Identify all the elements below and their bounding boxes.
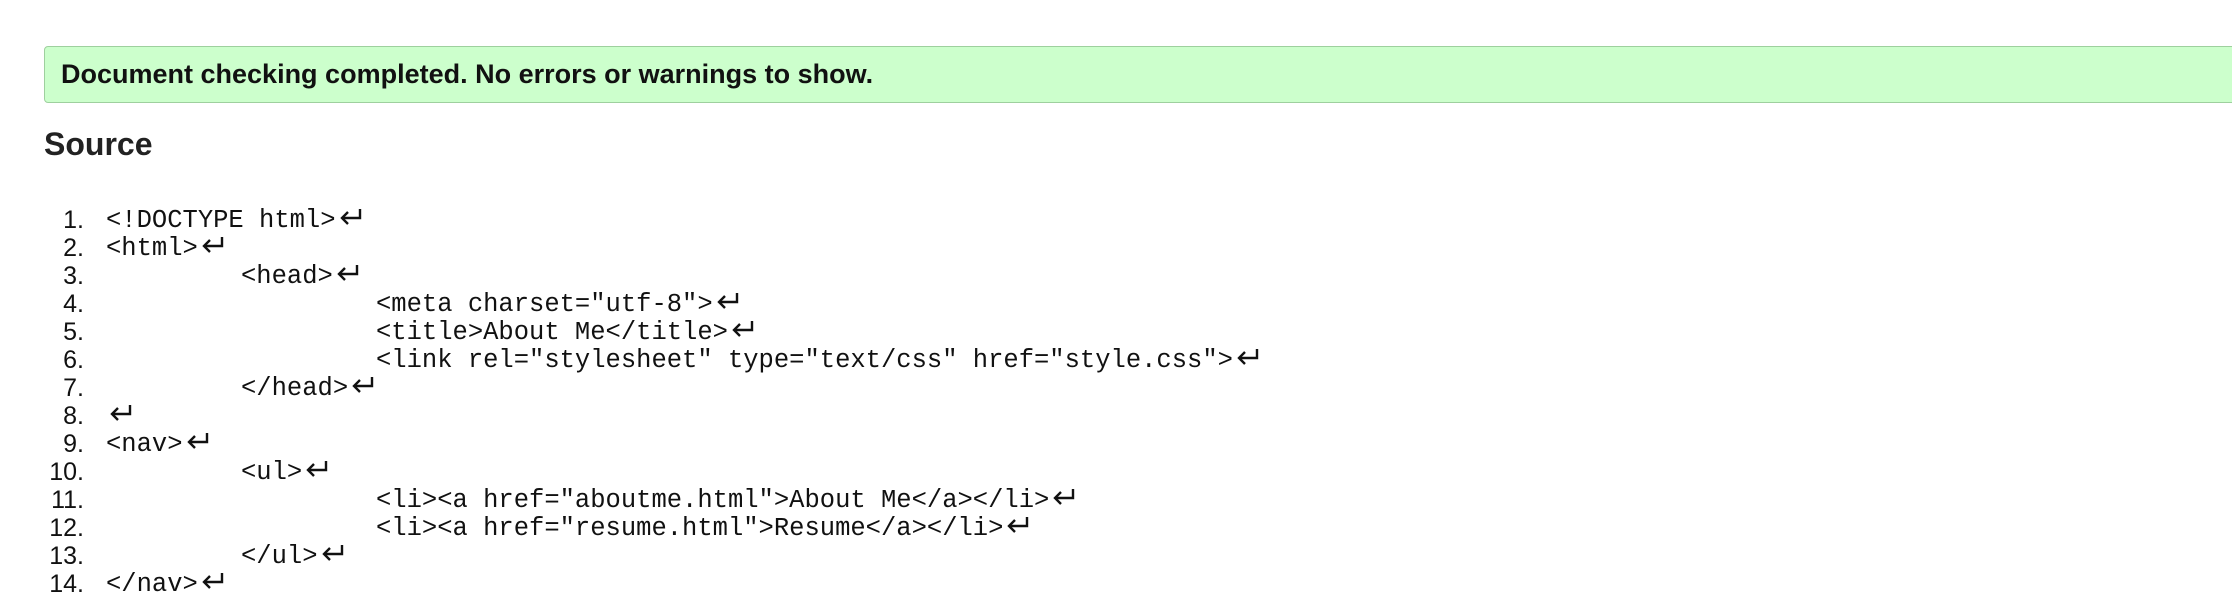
line-code <box>106 403 134 426</box>
return-arrow-icon <box>730 319 756 339</box>
source-line: 6. <link rel="stylesheet" type="text/css"… <box>0 345 1261 375</box>
line-number: 8. <box>63 401 84 430</box>
return-arrow-icon <box>350 375 376 395</box>
line-code-text: <title>About Me</title> <box>376 317 728 347</box>
line-code-text: <ul> <box>241 457 303 487</box>
line-code: <title>About Me</title> <box>106 318 756 347</box>
line-code-text: <html> <box>106 233 198 263</box>
return-arrow-icon <box>1235 347 1261 367</box>
line-code: </nav> <box>106 570 226 596</box>
line-number: 12. <box>49 513 84 542</box>
line-code: <link rel="stylesheet" type="text/css" h… <box>106 346 1261 375</box>
line-number: 3. <box>63 261 84 290</box>
return-arrow-icon <box>335 263 361 283</box>
line-code: </head> <box>106 374 376 403</box>
line-code: </ul> <box>106 542 346 571</box>
line-code-text: </ul> <box>241 541 318 571</box>
source-line: 5. <title>About Me</title> <box>0 317 1261 347</box>
line-number: 10. <box>49 457 84 486</box>
line-number: 1. <box>63 205 84 234</box>
success-message-banner: Document checking completed. No errors o… <box>44 46 2232 103</box>
line-code-text: <!DOCTYPE html> <box>106 205 336 235</box>
line-code: <head> <box>106 262 361 291</box>
line-code-text: <li><a href="aboutme.html">About Me</a><… <box>376 485 1050 515</box>
line-number: 13. <box>49 541 84 570</box>
line-code: <li><a href="aboutme.html">About Me</a><… <box>106 486 1077 515</box>
source-line: 7. </head> <box>0 373 1261 403</box>
return-arrow-icon <box>338 207 364 227</box>
line-number: 11. <box>51 485 84 514</box>
source-line: 13. </ul> <box>0 541 1261 571</box>
source-line: 3. <head> <box>0 261 1261 291</box>
source-line: 8. <box>0 402 1261 430</box>
line-code: <ul> <box>106 458 330 487</box>
line-code: <li><a href="resume.html">Resume</a></li… <box>106 514 1031 543</box>
line-code: <html> <box>106 234 226 263</box>
validator-page: Document checking completed. No errors o… <box>0 0 2232 596</box>
line-code: <meta charset="utf-8"> <box>106 290 741 319</box>
line-code: <!DOCTYPE html> <box>106 206 364 235</box>
return-arrow-icon <box>200 571 226 591</box>
line-code-text: <link rel="stylesheet" type="text/css" h… <box>376 345 1233 375</box>
return-arrow-icon <box>185 431 211 451</box>
source-code-list: 1. <!DOCTYPE html> 2. <html> 3. <head> 4. <meta… <box>0 206 1261 596</box>
return-arrow-icon <box>1051 487 1077 507</box>
line-number: 4. <box>63 289 84 318</box>
return-arrow-icon <box>320 543 346 563</box>
source-line: 10. <ul> <box>0 457 1261 487</box>
return-arrow-icon <box>304 459 330 479</box>
source-line: 4. <meta charset="utf-8"> <box>0 289 1261 319</box>
source-line: 2. <html> <box>0 233 1261 263</box>
line-number: 14. <box>49 569 84 596</box>
success-message-text: Document checking completed. No errors o… <box>61 59 874 89</box>
source-line: 11. <li><a href="aboutme.html">About Me</… <box>0 485 1261 515</box>
source-line: 1. <!DOCTYPE html> <box>0 205 1261 235</box>
line-code-text: <li><a href="resume.html">Resume</a></li… <box>376 513 1004 543</box>
line-number: 5. <box>63 317 84 346</box>
line-number: 7. <box>63 373 84 402</box>
source-line: 14. </nav> <box>0 570 1261 596</box>
line-code-text: <nav> <box>106 429 183 459</box>
line-code: <nav> <box>106 430 211 459</box>
line-number: 9. <box>63 429 84 458</box>
source-heading: Source <box>44 126 153 162</box>
return-arrow-icon <box>1005 515 1031 535</box>
line-number: 6. <box>63 345 84 374</box>
return-arrow-icon <box>200 235 226 255</box>
line-code-text: <meta charset="utf-8"> <box>376 289 713 319</box>
source-line: 9. <nav> <box>0 429 1261 459</box>
line-number: 2. <box>63 233 84 262</box>
return-arrow-icon <box>715 291 741 311</box>
line-code-text: <head> <box>241 261 333 291</box>
return-arrow-icon <box>108 403 134 423</box>
line-code-text: </head> <box>241 373 349 403</box>
line-code-text: </nav> <box>106 569 198 596</box>
source-line: 12. <li><a href="resume.html">Resume</a><… <box>0 513 1261 543</box>
